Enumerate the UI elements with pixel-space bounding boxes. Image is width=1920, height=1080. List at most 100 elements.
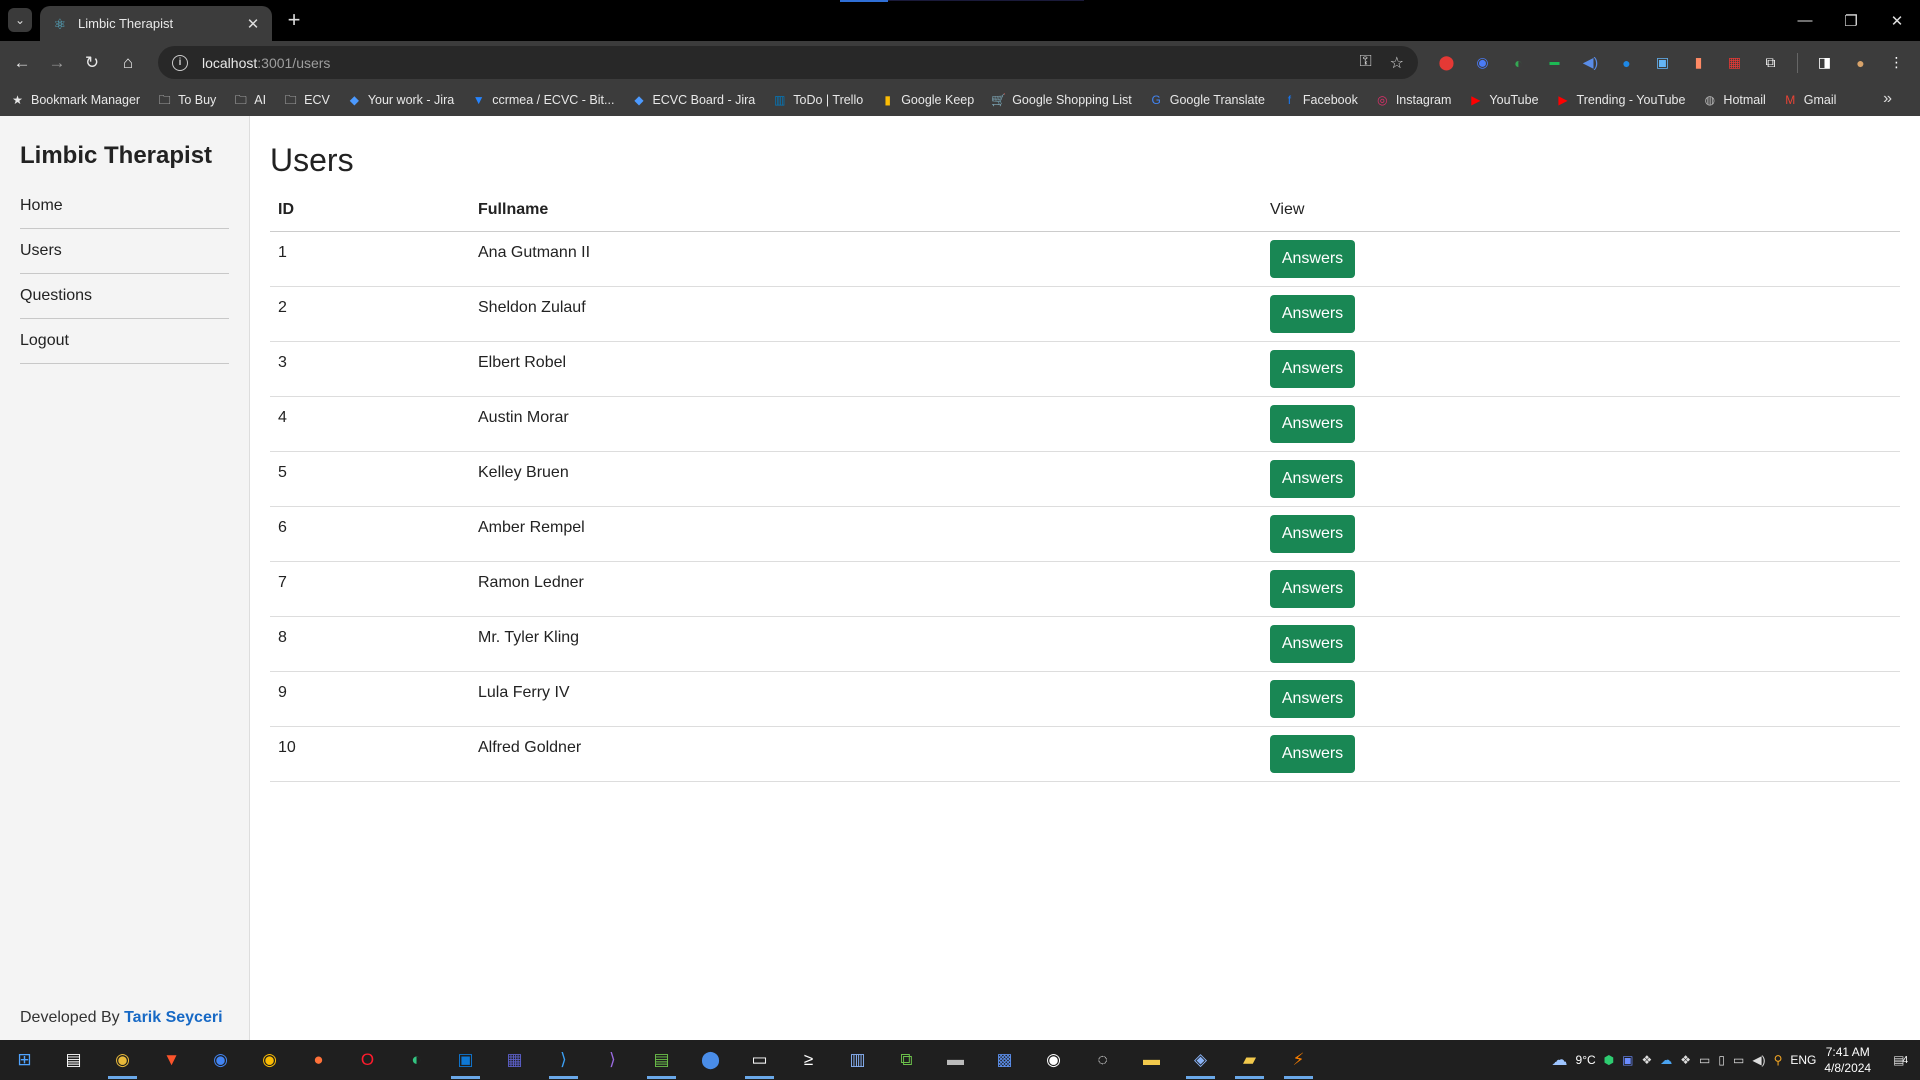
database-icon[interactable]: ▬ <box>931 1040 980 1080</box>
bookmarks-overflow-icon[interactable]: » <box>1883 90 1892 108</box>
restore-icon[interactable]: ❐ <box>1828 0 1874 41</box>
chrome-canary-icon[interactable]: ◉ <box>245 1040 294 1080</box>
edge-icon[interactable]: ◐ <box>392 1040 441 1080</box>
dropbox-icon[interactable]: ❖ <box>1642 1053 1653 1067</box>
bookmark-item[interactable]: ▮ Google Keep <box>880 93 974 108</box>
extension-sound-icon[interactable]: ◀) <box>1578 50 1603 75</box>
terminal-icon[interactable]: ▭ <box>735 1040 784 1080</box>
bookmark-item[interactable]: ▥ ToDo | Trello <box>772 93 863 108</box>
extension-grid-icon[interactable]: ▦ <box>1722 50 1747 75</box>
extension-lamp-icon[interactable]: ▮ <box>1686 50 1711 75</box>
profile-avatar-icon[interactable]: ● <box>1848 50 1873 75</box>
wordpad-icon[interactable]: ◉ <box>1029 1040 1078 1080</box>
firefox-icon[interactable]: ● <box>294 1040 343 1080</box>
extension-cloud-icon[interactable]: ▣ <box>1650 50 1675 75</box>
bookmark-item[interactable]: ▶ Trending - YouTube <box>1556 93 1685 108</box>
answers-button[interactable]: Answers <box>1270 239 1355 278</box>
volume-icon[interactable]: ◀) <box>1752 1053 1765 1067</box>
extensions-puzzle-icon[interactable]: ⧉ <box>1758 50 1783 75</box>
answers-button[interactable]: Answers <box>1270 404 1355 443</box>
tab-active[interactable]: ⚛ Limbic Therapist ✕ <box>40 6 272 41</box>
brave-icon[interactable]: ▼ <box>147 1040 196 1080</box>
weather-cloud-icon[interactable]: ☁ <box>1552 1050 1568 1070</box>
extension-b-icon[interactable]: ◉ <box>1470 50 1495 75</box>
bookmark-item[interactable]: G Google Translate <box>1149 93 1265 108</box>
file-explorer-icon[interactable]: ▬ <box>1127 1040 1176 1080</box>
xampp-icon[interactable]: ⚡ <box>1274 1040 1323 1080</box>
bookmark-item[interactable]: 🛒 Google Shopping List <box>991 93 1132 108</box>
close-icon[interactable]: ✕ <box>244 15 262 33</box>
sql-server-icon[interactable]: ▩ <box>980 1040 1029 1080</box>
display-icon[interactable]: ▭ <box>1699 1053 1710 1067</box>
teams-icon[interactable]: ▦ <box>490 1040 539 1080</box>
outlook-icon[interactable]: ▣ <box>441 1040 490 1080</box>
postgres-icon[interactable]: ◈ <box>1176 1040 1225 1080</box>
tab-search-chevron-icon[interactable]: ⌄ <box>8 8 32 32</box>
answers-button[interactable]: Answers <box>1270 569 1355 608</box>
bookmark-item[interactable]: 🗀 ECV <box>283 93 330 108</box>
answers-button[interactable]: Answers <box>1270 349 1355 388</box>
reload-icon[interactable]: ↻ <box>77 48 107 78</box>
answers-button[interactable]: Answers <box>1270 734 1355 773</box>
notepad-plus-icon[interactable]: ▤ <box>637 1040 686 1080</box>
battery-icon[interactable]: ▭ <box>1733 1053 1744 1067</box>
adblock-extension-icon[interactable]: ⬤ <box>1434 50 1459 75</box>
bookmark-item[interactable]: 🗀 To Buy <box>157 93 217 108</box>
extension-green-icon[interactable]: ◐ <box>1506 50 1531 75</box>
site-info-icon[interactable]: i <box>172 54 188 71</box>
remote-desktop-icon[interactable]: ▥ <box>833 1040 882 1080</box>
answers-button[interactable]: Answers <box>1270 294 1355 333</box>
sidebar-item-home[interactable]: Home <box>20 184 229 229</box>
tray-app-icon[interactable]: ▣ <box>1622 1053 1633 1067</box>
side-panel-icon[interactable]: ◨ <box>1812 50 1837 75</box>
extension-line-icon[interactable]: ▬ <box>1542 50 1567 75</box>
visual-studio-icon[interactable]: ⟩ <box>588 1040 637 1080</box>
sidebar-item-users[interactable]: Users <box>20 229 229 274</box>
home-icon[interactable]: ⌂ <box>113 48 143 78</box>
address-bar[interactable]: i localhost:3001/users ⚿ ☆ <box>158 46 1418 79</box>
answers-button[interactable]: Answers <box>1270 459 1355 498</box>
bookmark-item[interactable]: ▼ ccrmea / ECVC - Bit... <box>471 93 615 108</box>
close-window-icon[interactable]: ✕ <box>1874 0 1920 41</box>
bookmark-item[interactable]: f Facebook <box>1282 93 1358 108</box>
weather-temp[interactable]: 9°C <box>1576 1053 1596 1067</box>
sidebar-item-logout[interactable]: Logout <box>20 319 229 364</box>
minimize-icon[interactable]: — <box>1782 0 1828 41</box>
answers-button[interactable]: Answers <box>1270 514 1355 553</box>
bookmark-item[interactable]: 🗀 AI <box>233 93 266 108</box>
answers-button[interactable]: Answers <box>1270 624 1355 663</box>
sidebar-item-questions[interactable]: Questions <box>20 274 229 319</box>
bookmark-star-icon[interactable]: ☆ <box>1390 53 1404 73</box>
powershell-icon[interactable]: ≥ <box>784 1040 833 1080</box>
bookmark-item[interactable]: ★ Bookmark Manager <box>10 93 140 108</box>
new-tab-plus-icon[interactable]: + <box>282 8 306 32</box>
windows-start-icon[interactable]: ⊞ <box>0 1040 49 1080</box>
bookmark-item[interactable]: ◆ Your work - Jira <box>347 93 455 108</box>
answers-button[interactable]: Answers <box>1270 679 1355 718</box>
usb-icon[interactable]: ▯ <box>1718 1053 1725 1067</box>
shield-icon[interactable]: ⬢ <box>1604 1053 1614 1067</box>
obs-icon[interactable]: ◌ <box>1078 1040 1127 1080</box>
clock[interactable]: 7:41 AM 4/8/2024 <box>1824 1044 1871 1076</box>
bookmark-item[interactable]: ◍ Hotmail <box>1702 93 1766 108</box>
extension-s-icon[interactable]: ● <box>1614 50 1639 75</box>
bookmark-item[interactable]: ◆ ECVC Board - Jira <box>631 93 755 108</box>
bookmark-item[interactable]: ▶ YouTube <box>1468 93 1538 108</box>
onedrive-cloud-icon[interactable]: ☁ <box>1660 1053 1672 1067</box>
chrome-icon[interactable]: ◉ <box>98 1040 147 1080</box>
language-indicator[interactable]: ENG <box>1790 1053 1816 1067</box>
bookmark-item[interactable]: ◎ Instagram <box>1375 93 1451 108</box>
bookmark-item[interactable]: M Gmail <box>1783 93 1836 108</box>
task-view-icon[interactable]: ▤ <box>49 1040 98 1080</box>
folder-icon[interactable]: ▰ <box>1225 1040 1274 1080</box>
author-link[interactable]: Tarik Seyceri <box>124 1009 222 1026</box>
password-key-icon[interactable]: ⚿ <box>1359 53 1371 73</box>
vscode-icon[interactable]: ⟩ <box>539 1040 588 1080</box>
dropbox-alt-icon[interactable]: ❖ <box>1680 1053 1691 1067</box>
menu-kebab-icon[interactable]: ⋮ <box>1884 50 1909 75</box>
forward-arrow-icon[interactable]: → <box>42 48 72 78</box>
opera-icon[interactable]: O <box>343 1040 392 1080</box>
maps-pin-icon[interactable]: ⬤ <box>686 1040 735 1080</box>
chrome-alt-icon[interactable]: ◉ <box>196 1040 245 1080</box>
network-icon[interactable]: ⧉ <box>882 1040 931 1080</box>
